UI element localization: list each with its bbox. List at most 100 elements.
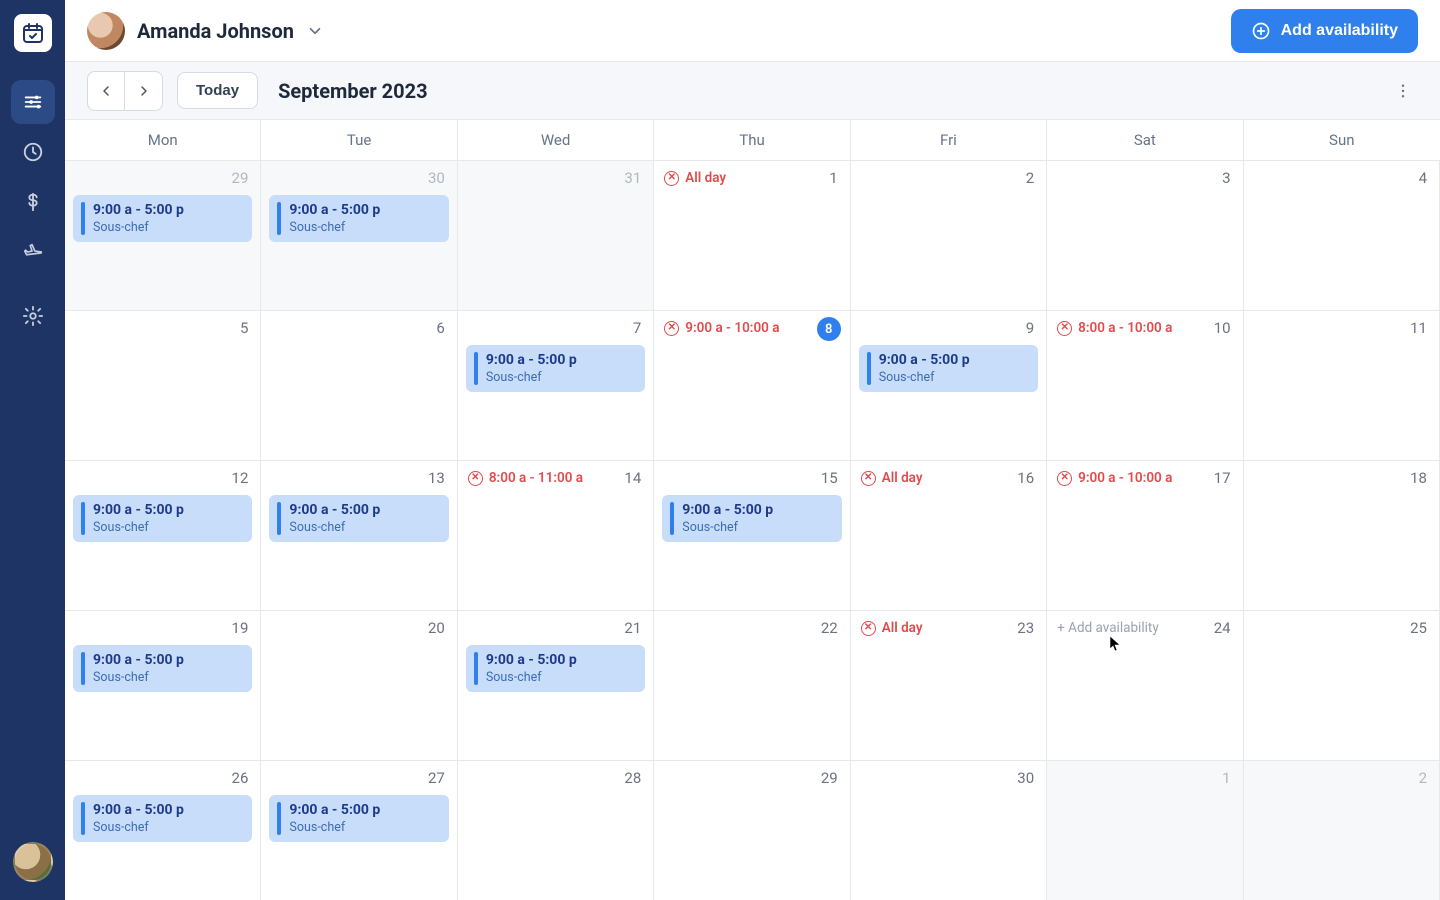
unavailable-marker[interactable]: ✕All day <box>861 620 923 636</box>
calendar-cell[interactable]: 17✕9:00 a - 10:00 a <box>1047 461 1243 611</box>
calendar-cell[interactable]: 299:00 a - 5:00 pSous-chef <box>65 161 261 311</box>
chevron-left-icon <box>98 83 114 99</box>
unavailable-icon: ✕ <box>1057 471 1072 486</box>
unavailable-label: All day <box>685 170 726 186</box>
unavailable-marker[interactable]: ✕8:00 a - 11:00 a <box>468 470 583 486</box>
shift-event[interactable]: 9:00 a - 5:00 pSous-chef <box>859 345 1038 392</box>
calendar-cell[interactable]: 2 <box>851 161 1047 311</box>
calendar-cell[interactable]: 22 <box>654 611 850 761</box>
calendar-cell[interactable]: 279:00 a - 5:00 pSous-chef <box>261 761 457 900</box>
add-availability-ghost[interactable]: + Add availability <box>1057 620 1159 636</box>
calendar-cell[interactable]: 31 <box>458 161 654 311</box>
calendar-cell[interactable]: 8✕9:00 a - 10:00 a <box>654 311 850 461</box>
day-number: 30 <box>428 169 445 187</box>
shift-event[interactable]: 9:00 a - 5:00 pSous-chef <box>662 495 841 542</box>
shift-event[interactable]: 9:00 a - 5:00 pSous-chef <box>73 195 252 242</box>
next-month-button[interactable] <box>125 71 163 111</box>
day-number: 10 <box>1214 319 1231 337</box>
shift-event[interactable]: 9:00 a - 5:00 pSous-chef <box>466 345 645 392</box>
calendar-cell[interactable]: 26 9:00 a - 5:00 pSous-chef <box>65 761 261 900</box>
calendar-cell[interactable]: 24 + Add availability <box>1047 611 1243 761</box>
nav-pay[interactable] <box>11 180 55 224</box>
day-number: 29 <box>821 769 838 787</box>
shift-time: 9:00 a - 5:00 p <box>289 502 380 518</box>
calendar-cell[interactable]: 30 <box>851 761 1047 900</box>
nav-schedule[interactable] <box>11 80 55 124</box>
unavailable-icon: ✕ <box>861 621 876 636</box>
calendar-cell[interactable]: 139:00 a - 5:00 pSous-chef <box>261 461 457 611</box>
shift-role: Sous-chef <box>93 520 184 535</box>
day-number: 26 <box>232 769 249 787</box>
rail-user-avatar[interactable] <box>13 842 53 882</box>
calendar-cell[interactable]: 1 ✕ All day <box>654 161 850 311</box>
shift-accent-bar <box>81 502 85 535</box>
calendar-cell[interactable]: 25 <box>1244 611 1440 761</box>
unavailable-marker[interactable]: ✕ All day <box>664 170 726 186</box>
calendar-cell[interactable]: 2 <box>1244 761 1440 900</box>
calendar-cell[interactable]: 29 <box>654 761 850 900</box>
calendar-cell[interactable]: 199:00 a - 5:00 pSous-chef <box>65 611 261 761</box>
shift-event[interactable]: 9:00 a - 5:00 pSous-chef <box>269 195 448 242</box>
dow-header: Thu <box>654 120 850 160</box>
nav-time[interactable] <box>11 130 55 174</box>
month-label: September 2023 <box>278 79 428 103</box>
calendar-cell[interactable]: 30 9:00 a - 5:00 pSous-chef <box>261 161 457 311</box>
prev-month-button[interactable] <box>87 71 125 111</box>
more-menu-button[interactable] <box>1388 76 1418 106</box>
calendar-cell[interactable]: 10 ✕8:00 a - 10:00 a <box>1047 311 1243 461</box>
nav-leave[interactable] <box>11 230 55 274</box>
calendar-cell[interactable]: 159:00 a - 5:00 pSous-chef <box>654 461 850 611</box>
day-number: 1 <box>1222 769 1230 787</box>
calendar-cell[interactable]: 14✕8:00 a - 11:00 a <box>458 461 654 611</box>
calendar-cell[interactable]: 11 <box>1244 311 1440 461</box>
shift-time: 9:00 a - 5:00 p <box>486 652 577 668</box>
shift-event[interactable]: 9:00 a - 5:00 pSous-chef <box>269 495 448 542</box>
calendar-cell[interactable]: 3 <box>1047 161 1243 311</box>
day-number: 23 <box>1017 619 1034 637</box>
unavailable-marker[interactable]: ✕All day <box>861 470 923 486</box>
day-number: 1 <box>829 169 837 187</box>
shift-event[interactable]: 9:00 a - 5:00 pSous-chef <box>73 645 252 692</box>
unavailable-marker[interactable]: ✕9:00 a - 10:00 a <box>1057 470 1172 486</box>
user-name: Amanda Johnson <box>137 19 294 43</box>
dow-header: Mon <box>65 120 261 160</box>
shift-time: 9:00 a - 5:00 p <box>93 802 184 818</box>
calendar-cell[interactable]: 16✕All day <box>851 461 1047 611</box>
day-number: 12 <box>232 469 249 487</box>
calendar-cell[interactable]: 99:00 a - 5:00 pSous-chef <box>851 311 1047 461</box>
dollar-icon <box>22 191 44 213</box>
today-button[interactable]: Today <box>177 72 258 109</box>
shift-event[interactable]: 9:00 a - 5:00 pSous-chef <box>466 645 645 692</box>
add-availability-button[interactable]: Add availability <box>1231 9 1418 53</box>
nav-settings[interactable] <box>11 294 55 338</box>
day-number: 11 <box>1410 319 1427 337</box>
day-number: 18 <box>1410 469 1427 487</box>
calendar-cell[interactable]: 20 <box>261 611 457 761</box>
shift-event[interactable]: 9:00 a - 5:00 pSous-chef <box>73 795 252 842</box>
unavailable-marker[interactable]: ✕8:00 a - 10:00 a <box>1057 320 1172 336</box>
user-selector[interactable]: Amanda Johnson <box>87 12 324 50</box>
shift-event[interactable]: 9:00 a - 5:00 pSous-chef <box>73 495 252 542</box>
dow-header: Sat <box>1047 120 1243 160</box>
calendar-cell[interactable]: 219:00 a - 5:00 pSous-chef <box>458 611 654 761</box>
calendar-cell[interactable]: 4 <box>1244 161 1440 311</box>
unavailable-marker[interactable]: ✕9:00 a - 10:00 a <box>664 320 779 336</box>
calendar-cell[interactable]: 12 9:00 a - 5:00 pSous-chef <box>65 461 261 611</box>
shift-accent-bar <box>277 202 281 235</box>
calendar-cell[interactable]: 18 <box>1244 461 1440 611</box>
calendar-cell[interactable]: 1 <box>1047 761 1243 900</box>
calendar-cell[interactable]: 79:00 a - 5:00 pSous-chef <box>458 311 654 461</box>
calendar-cell[interactable]: 5 <box>65 311 261 461</box>
day-number: 2 <box>1026 169 1034 187</box>
shift-event[interactable]: 9:00 a - 5:00 pSous-chef <box>269 795 448 842</box>
shift-time: 9:00 a - 5:00 p <box>289 802 380 818</box>
calendar-cell[interactable]: 6 <box>261 311 457 461</box>
shift-time: 9:00 a - 5:00 p <box>486 352 577 368</box>
unavailable-icon: ✕ <box>664 171 679 186</box>
unavailable-label: 8:00 a - 10:00 a <box>1078 320 1172 336</box>
shift-accent-bar <box>670 502 674 535</box>
calendar-cell[interactable]: 28 <box>458 761 654 900</box>
day-number: 28 <box>624 769 641 787</box>
day-number: 24 <box>1214 619 1231 637</box>
calendar-cell[interactable]: 23 ✕All day <box>851 611 1047 761</box>
